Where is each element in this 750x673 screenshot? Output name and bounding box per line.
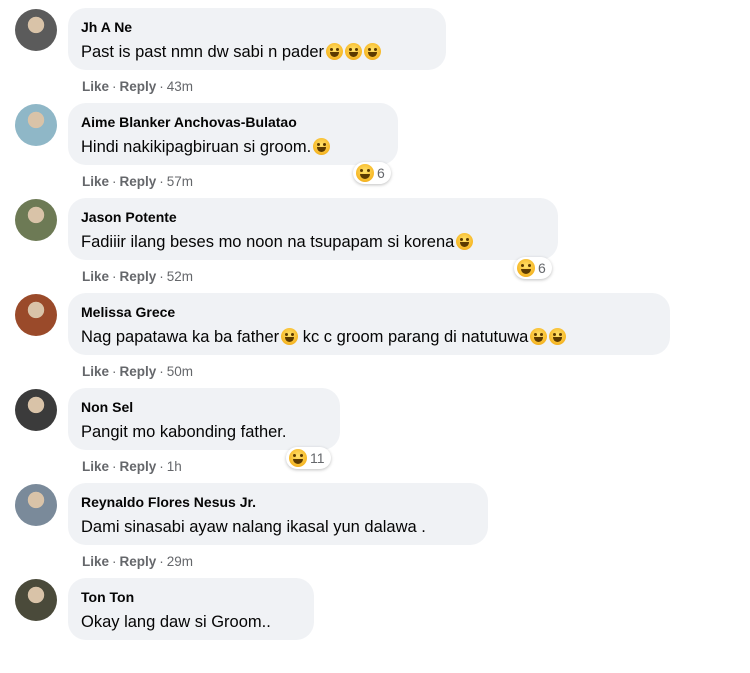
- comment-bubble: Jason Potente Fadiiir ilang beses mo noon…: [68, 198, 558, 260]
- comment-bubble: Ton Ton Okay lang daw si Groom..: [68, 578, 314, 640]
- reaction-count: 6: [377, 165, 385, 181]
- commenter-name[interactable]: Melissa Grece: [81, 303, 657, 321]
- laughing-crying-emoji: [313, 138, 331, 155]
- like-button[interactable]: Like: [82, 174, 109, 189]
- commenter-name[interactable]: Non Sel: [81, 398, 327, 416]
- laughing-emoji: [281, 328, 299, 345]
- timestamp[interactable]: 50m: [167, 364, 193, 379]
- like-button[interactable]: Like: [82, 554, 109, 569]
- separator-dot: ·: [159, 269, 164, 284]
- avatar[interactable]: [15, 579, 57, 621]
- separator-dot: ·: [112, 79, 117, 94]
- reaction-count-badge[interactable]: 6: [353, 162, 391, 184]
- separator-dot: ·: [112, 364, 117, 379]
- avatar[interactable]: [15, 484, 57, 526]
- comment-actions: Like · Reply · 1h: [82, 459, 182, 474]
- comment-text: Pangit mo kabonding father.: [81, 421, 327, 443]
- commenter-name[interactable]: Aime Blanker Anchovas-Bulatao: [81, 113, 385, 131]
- like-button[interactable]: Like: [82, 364, 109, 379]
- commenter-name[interactable]: Reynaldo Flores Nesus Jr.: [81, 493, 475, 511]
- separator-dot: ·: [159, 79, 164, 94]
- comment-text-body-cont: kc c groom parang di natutuwa: [298, 328, 529, 346]
- like-button[interactable]: Like: [82, 79, 109, 94]
- commenter-name[interactable]: Ton Ton: [81, 588, 301, 606]
- reaction-count: 11: [310, 450, 325, 466]
- avatar[interactable]: [15, 389, 57, 431]
- comment-actions: Like · Reply · 50m: [82, 364, 193, 379]
- timestamp[interactable]: 29m: [167, 554, 193, 569]
- like-button[interactable]: Like: [82, 269, 109, 284]
- comment-bubble: Melissa Grece Nag papatawa ka ba father k…: [68, 293, 670, 355]
- comment-item: Jason Potente Fadiiir ilang beses mo noon…: [0, 198, 750, 293]
- comment-item: Reynaldo Flores Nesus Jr. Dami sinasabi a…: [0, 483, 750, 578]
- avatar[interactable]: [15, 9, 57, 51]
- comment-text-body: Nag papatawa ka ba father: [81, 328, 280, 346]
- comment-bubble: Jh A Ne Past is past nmn dw sabi n pader: [68, 8, 446, 70]
- reaction-count: 6: [538, 260, 546, 276]
- separator-dot: ·: [159, 459, 164, 474]
- reply-button[interactable]: Reply: [120, 554, 157, 569]
- comment-text-body: Hindi nakikipagbiruan si groom.: [81, 138, 312, 156]
- comment-item: Melissa Grece Nag papatawa ka ba father k…: [0, 293, 750, 388]
- timestamp[interactable]: 1h: [167, 459, 182, 474]
- comment-text-body: Past is past nmn dw sabi n pader: [81, 43, 325, 61]
- comment-actions: Like · Reply · 29m: [82, 554, 193, 569]
- laughing-emoji: [549, 328, 567, 345]
- separator-dot: ·: [159, 174, 164, 189]
- timestamp[interactable]: 57m: [167, 174, 193, 189]
- comment-item: Jh A Ne Past is past nmn dw sabi n pader L…: [0, 8, 750, 103]
- comment-bubble: Non Sel Pangit mo kabonding father.: [68, 388, 340, 450]
- avatar[interactable]: [15, 199, 57, 241]
- haha-reaction-icon: [517, 259, 535, 277]
- comment-bubble: Reynaldo Flores Nesus Jr. Dami sinasabi a…: [68, 483, 488, 545]
- comment-text-body: Pangit mo kabonding father.: [81, 423, 287, 441]
- comment-item: Non Sel Pangit mo kabonding father. Like · R…: [0, 388, 750, 483]
- reply-button[interactable]: Reply: [120, 174, 157, 189]
- laughing-crying-emoji: [326, 43, 344, 60]
- timestamp[interactable]: 43m: [167, 79, 193, 94]
- grinning-emoji: [345, 43, 363, 60]
- comment-item: Aime Blanker Anchovas-Bulatao Hindi nakik…: [0, 103, 750, 198]
- comment-text: Past is past nmn dw sabi n pader: [81, 41, 433, 63]
- avatar[interactable]: [15, 104, 57, 146]
- comment-text-body: Fadiiir ilang beses mo noon na tsupapam …: [81, 233, 455, 251]
- reaction-count-badge[interactable]: 11: [286, 447, 331, 469]
- comment-text: Fadiiir ilang beses mo noon na tsupapam …: [81, 231, 545, 253]
- separator-dot: ·: [159, 364, 164, 379]
- comment-text-body: Dami sinasabi ayaw nalang ikasal yun dal…: [81, 518, 426, 536]
- comment-text: Okay lang daw si Groom..: [81, 611, 301, 633]
- rolling-laughing-emoji: [456, 233, 474, 250]
- like-button[interactable]: Like: [82, 459, 109, 474]
- commenter-name[interactable]: Jh A Ne: [81, 18, 433, 36]
- separator-dot: ·: [112, 554, 117, 569]
- laughing-emoji: [530, 328, 548, 345]
- comment-text: Dami sinasabi ayaw nalang ikasal yun dal…: [81, 516, 475, 538]
- timestamp[interactable]: 52m: [167, 269, 193, 284]
- separator-dot: ·: [159, 554, 164, 569]
- comment-text-body: Okay lang daw si Groom..: [81, 613, 271, 631]
- comment-actions: Like · Reply · 57m: [82, 174, 193, 189]
- haha-reaction-icon: [289, 449, 307, 467]
- separator-dot: ·: [112, 269, 117, 284]
- reply-button[interactable]: Reply: [120, 459, 157, 474]
- comment-text: Hindi nakikipagbiruan si groom.: [81, 136, 385, 158]
- comment-item: Ton Ton Okay lang daw si Groom..: [0, 578, 750, 673]
- comment-bubble: Aime Blanker Anchovas-Bulatao Hindi nakik…: [68, 103, 398, 165]
- avatar[interactable]: [15, 294, 57, 336]
- separator-dot: ·: [112, 459, 117, 474]
- reply-button[interactable]: Reply: [120, 79, 157, 94]
- haha-reaction-icon: [356, 164, 374, 182]
- reply-button[interactable]: Reply: [120, 269, 157, 284]
- commenter-name[interactable]: Jason Potente: [81, 208, 545, 226]
- comment-actions: Like · Reply · 43m: [82, 79, 193, 94]
- comment-actions: Like · Reply · 52m: [82, 269, 193, 284]
- smiling-emoji: [364, 43, 382, 60]
- reply-button[interactable]: Reply: [120, 364, 157, 379]
- separator-dot: ·: [112, 174, 117, 189]
- reaction-count-badge[interactable]: 6: [514, 257, 552, 279]
- comment-text: Nag papatawa ka ba father kc c groom par…: [81, 326, 657, 348]
